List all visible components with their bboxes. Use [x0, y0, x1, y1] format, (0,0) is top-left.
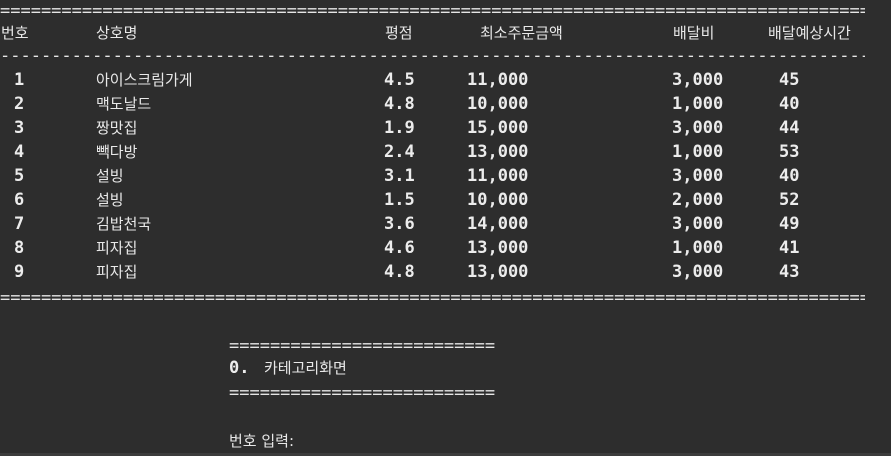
row-rating: 4.8	[384, 94, 415, 114]
menu-top-separator: ==========================	[229, 337, 496, 355]
row-rating: 1.9	[384, 118, 415, 138]
row-rating: 1.5	[384, 190, 415, 210]
row-number: 2	[14, 94, 25, 114]
row-number: 1	[14, 70, 25, 90]
row-eta: 40	[779, 94, 800, 114]
table-row: 7 김밥천국 3.6 14,000 3,000 49	[0, 212, 891, 236]
table-row: 5 설빙 3.1 11,000 3,000 40	[0, 164, 891, 188]
row-min-order: 13,000	[467, 238, 529, 258]
input-prompt: 번호 입력:	[229, 432, 295, 450]
row-min-order: 10,000	[467, 190, 529, 210]
row-min-order: 15,000	[467, 118, 529, 138]
row-rating: 4.8	[384, 262, 415, 282]
row-store-name: 김밥천국	[96, 215, 152, 233]
header-rating: 평점	[385, 24, 413, 42]
row-store-name: 맥도날드	[96, 95, 152, 113]
row-delivery-fee: 3,000	[672, 262, 724, 282]
row-eta: 53	[779, 142, 800, 162]
header-dash-separator: ----------------------------------------…	[0, 47, 865, 65]
row-number: 7	[14, 214, 25, 234]
row-number: 8	[14, 238, 25, 258]
terminal-window: ========================== ==============…	[0, 0, 891, 456]
row-store-name: 설빙	[96, 191, 124, 209]
header-delivery-fee: 배달비	[673, 24, 715, 42]
row-store-name: 설빙	[96, 167, 124, 185]
row-delivery-fee: 1,000	[672, 238, 724, 258]
row-delivery-fee: 3,000	[672, 166, 724, 186]
menu-option: 0. 카테고리화면	[0, 356, 891, 380]
row-rating: 4.6	[384, 238, 415, 258]
bottom-double-separator: ========================================…	[0, 289, 865, 307]
row-delivery-fee: 3,000	[672, 118, 724, 138]
table-row: 3 짱맛집 1.9 15,000 3,000 44	[0, 116, 891, 140]
menu-option-label: 카테고리화면	[264, 359, 347, 377]
row-min-order: 14,000	[467, 214, 529, 234]
table-row: 6 설빙 1.5 10,000 2,000 52	[0, 188, 891, 212]
row-store-name: 빽다방	[96, 143, 138, 161]
row-eta: 49	[779, 214, 800, 234]
row-min-order: 10,000	[467, 94, 529, 114]
row-rating: 4.5	[384, 70, 415, 90]
top-double-separator: ========================================…	[0, 2, 865, 20]
row-rating: 3.1	[384, 166, 415, 186]
row-number: 4	[14, 142, 25, 162]
row-min-order: 11,000	[467, 166, 529, 186]
row-number: 9	[14, 262, 25, 282]
table-row: 2 맥도날드 4.8 10,000 1,000 40	[0, 92, 891, 116]
row-store-name: 피자집	[96, 263, 138, 281]
row-delivery-fee: 2,000	[672, 190, 724, 210]
row-eta: 41	[779, 238, 800, 258]
row-number: 3	[14, 118, 25, 138]
row-delivery-fee: 3,000	[672, 70, 724, 90]
table-row: 4 빽다방 2.4 13,000 1,000 53	[0, 140, 891, 164]
input-prompt-line[interactable]: 번호 입력:	[0, 429, 891, 453]
table-row: 8 피자집 4.6 13,000 1,000 41	[0, 236, 891, 260]
row-rating: 3.6	[384, 214, 415, 234]
row-eta: 45	[779, 70, 800, 90]
table-row: 9 피자집 4.8 13,000 3,000 43	[0, 260, 891, 284]
row-rating: 2.4	[384, 142, 415, 162]
row-min-order: 13,000	[467, 262, 529, 282]
row-number: 6	[14, 190, 25, 210]
row-min-order: 11,000	[467, 70, 529, 90]
row-eta: 44	[779, 118, 800, 138]
table-row: 1 아이스크림가게 4.5 11,000 3,000 45	[0, 68, 891, 92]
header-name: 상호명	[96, 24, 138, 42]
row-store-name: 아이스크림가게	[96, 71, 193, 89]
row-delivery-fee: 1,000	[672, 94, 724, 114]
row-number: 5	[14, 166, 25, 186]
menu-bottom-separator: ==========================	[229, 384, 496, 402]
row-delivery-fee: 3,000	[672, 214, 724, 234]
header-eta: 배달예상시간	[768, 24, 851, 42]
row-store-name: 짱맛집	[96, 119, 138, 137]
row-delivery-fee: 1,000	[672, 142, 724, 162]
header-min-order: 최소주문금액	[480, 24, 563, 42]
row-eta: 40	[779, 166, 800, 186]
row-eta: 52	[779, 190, 800, 210]
header-no: 번호	[1, 24, 29, 42]
row-eta: 43	[779, 262, 800, 282]
row-min-order: 13,000	[467, 142, 529, 162]
table-header: 번호 상호명 평점 최소주문금액 배달비 배달예상시간	[0, 21, 891, 45]
row-store-name: 피자집	[96, 239, 138, 257]
menu-option-number: 0.	[229, 358, 250, 378]
